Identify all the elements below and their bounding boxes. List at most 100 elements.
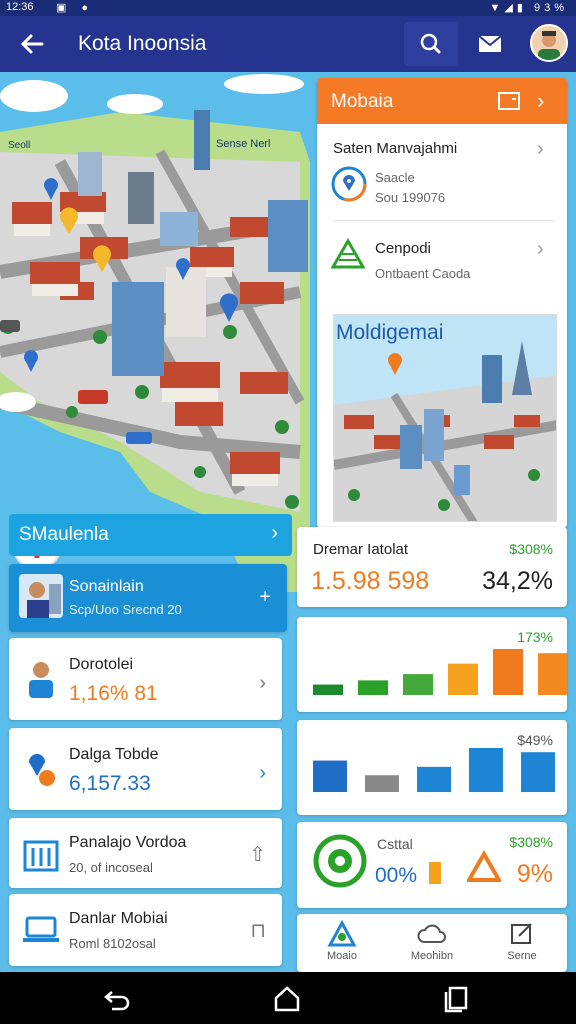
home-icon [327, 920, 357, 947]
list-item-selected[interactable]: Sonainlain Scp/Uoo Srecnd 20 + [9, 564, 287, 632]
row-title: Cenpodi [375, 240, 431, 257]
home-button-icon[interactable] [272, 984, 302, 1014]
chart-bar [469, 748, 503, 792]
list-item[interactable]: Danlar Mobiai Roml 8102osal ⊓ [9, 894, 282, 966]
edit-icon [511, 923, 532, 944]
item-title: Panalajo Vordoa [69, 834, 187, 851]
chevron-right-icon: › [537, 138, 544, 160]
chart-bar [358, 680, 388, 695]
chart-bar [538, 653, 567, 695]
map-label: Sense Nerl [216, 138, 271, 150]
bar-chart [313, 748, 555, 792]
battery-percent: 93% [533, 2, 568, 14]
item-value: 1,16% 81 [69, 682, 158, 705]
back-arrow-icon[interactable] [16, 28, 48, 60]
map-label: Seoll [8, 140, 31, 151]
back-icon[interactable] [102, 984, 132, 1014]
laptop-icon [19, 908, 63, 952]
nav-item-label: Serne [507, 950, 537, 962]
nav-item-label: Meohibn [410, 950, 454, 962]
chart-card[interactable]: 173% [297, 617, 567, 712]
mail-button[interactable] [468, 22, 512, 66]
notification-icons: ▣ ● [56, 2, 95, 14]
info-card: Mobaia › Saten Manvajahmi Saacle Sou 199… [317, 78, 567, 528]
chart-bar [313, 760, 347, 792]
chart-bar [403, 674, 433, 695]
item-title: Dorotolei [69, 656, 134, 673]
chart-bar [493, 649, 523, 695]
status-right: ▼◢▮ 93% [489, 2, 568, 14]
chart-bar [417, 766, 451, 792]
search-icon [420, 33, 441, 54]
bottom-nav: Moaio Meohibn Serne [297, 914, 567, 972]
stat-card[interactable]: Csttal 00% $308% 9% [297, 822, 567, 908]
item-title: Danlar Mobiai [69, 910, 168, 927]
nav-item-weather[interactable]: Meohibn [387, 914, 477, 972]
gear-icon [313, 834, 367, 888]
battery-icon [429, 862, 441, 884]
card-header-title: Mobaia [331, 91, 394, 112]
bar-chart [313, 649, 567, 695]
row-value: Sou 199076 [375, 190, 446, 205]
item-title: Dalga Tobde [69, 746, 159, 763]
lock-icon[interactable]: ⊓ [250, 918, 266, 943]
section-title: SMaulenla [19, 524, 109, 545]
map-thumbnail[interactable]: Moldigemai [333, 314, 557, 522]
card-header[interactable]: Mobaia › [317, 78, 567, 124]
search-button[interactable] [404, 22, 458, 66]
chart-bar [448, 663, 478, 695]
chevron-right-icon: › [537, 88, 545, 113]
building-icon [19, 832, 63, 876]
status-time: 12:36 [6, 1, 34, 13]
row-subtitle: Ontbaent Caoda [375, 266, 471, 281]
stat-label: Csttal [377, 836, 413, 852]
app-bar: Kota Inoonsia [0, 16, 576, 72]
arrow-icon[interactable]: › [259, 672, 266, 695]
item-subtitle: Roml 8102osal [69, 936, 156, 951]
mountain-icon [331, 238, 365, 269]
recents-icon[interactable] [442, 984, 472, 1014]
item-value: 6,157.33 [69, 772, 151, 795]
chart-bar [313, 684, 343, 695]
row-subtitle: Saacle [375, 170, 415, 185]
stat-title: Dremar Iatolat [313, 541, 409, 558]
mail-icon [478, 35, 502, 52]
location-icon [331, 166, 367, 202]
nav-item-services[interactable]: Serne [477, 914, 567, 972]
nav-item-home[interactable]: Moaio [297, 914, 387, 972]
list-item[interactable]: Dorotolei 1,16% 81 › [9, 638, 282, 720]
chevron-right-icon: › [271, 522, 278, 544]
list-item[interactable]: Dalga Tobde 6,157.33 › [9, 728, 282, 810]
add-icon[interactable]: + [259, 586, 271, 609]
system-nav-bar [0, 972, 576, 1024]
stat-value-secondary: 34,2% [482, 567, 553, 595]
item-subtitle: 20, of incoseal [69, 860, 153, 875]
person-icon [19, 656, 63, 700]
status-bar: 12:36 ▣ ● ▼◢▮ 93% [0, 0, 576, 16]
chart-bar [365, 775, 399, 792]
item-title: Sonainlain [69, 578, 144, 595]
nav-item-label: Moaio [327, 950, 357, 962]
stat-value: 1.5.98 598 [311, 567, 430, 595]
stat-percent: $308% [509, 834, 553, 850]
divider [333, 220, 555, 221]
avatar[interactable] [530, 24, 568, 62]
cloud-icon [417, 924, 446, 943]
section-header-button[interactable]: SMaulenla › [9, 514, 292, 556]
list-item[interactable]: Panalajo Vordoa 20, of incoseal ⇧ [9, 818, 282, 888]
page-title: Kota Inoonsia [78, 32, 207, 55]
stat-card[interactable]: Dremar Iatolat $308% 1.5.98 598 34,2% [297, 527, 567, 607]
recycle-icon [467, 850, 501, 882]
stat-percent: $308% [509, 541, 553, 557]
map-thumbnail-illustration [334, 341, 556, 521]
row-title: Saten Manvajahmi [333, 140, 458, 157]
chart-bar [521, 752, 555, 792]
stat-value-secondary: 9% [516, 860, 553, 888]
arrow-icon[interactable]: › [259, 762, 266, 785]
stat-value: 00% [375, 864, 418, 887]
item-subtitle: Scp/Uoo Srecnd 20 [69, 602, 182, 617]
chart-card[interactable]: $49% [297, 720, 567, 815]
map-pin-icon [19, 746, 63, 790]
share-icon[interactable]: ⇧ [249, 842, 266, 867]
map-thumbnail-title: Moldigemai [336, 321, 444, 344]
